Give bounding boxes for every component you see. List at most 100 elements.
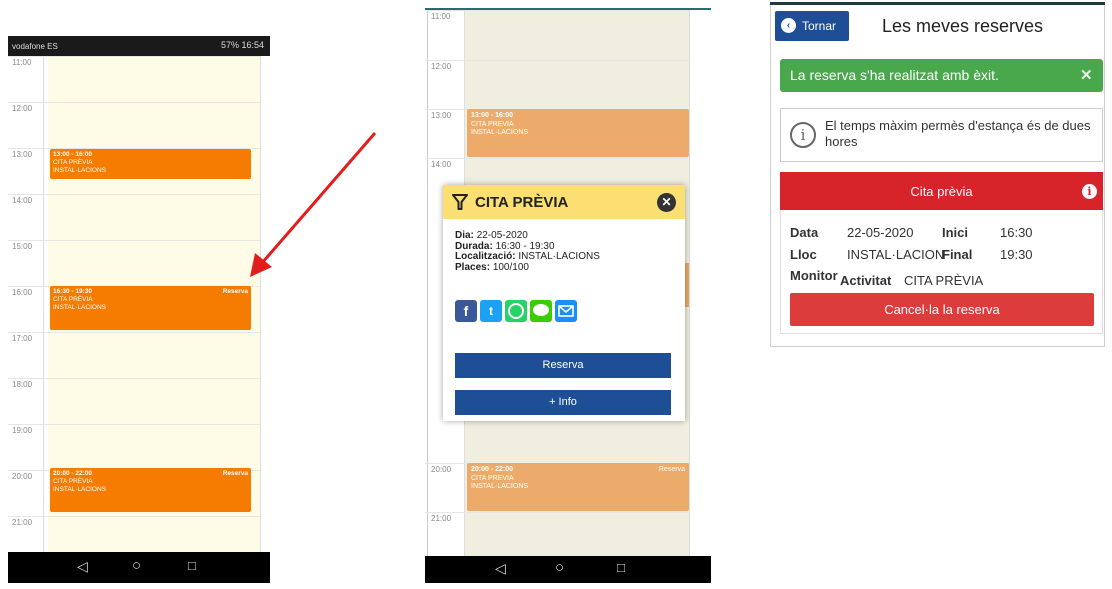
hour-gridline bbox=[8, 240, 260, 241]
home-icon[interactable]: ○ bbox=[132, 557, 141, 574]
final-label: Final bbox=[942, 247, 973, 262]
close-icon[interactable]: ✕ bbox=[657, 193, 676, 212]
hour-label: 14:00 bbox=[12, 196, 33, 205]
back-icon[interactable]: ◁ bbox=[495, 560, 506, 577]
event-title: CITA PREVIA bbox=[471, 120, 514, 128]
whatsapp-share-icon[interactable] bbox=[505, 300, 527, 322]
success-alert: La reserva s'ha realitzat amb èxit. ✕ bbox=[780, 59, 1103, 92]
phone-3-my-bookings: ‹ Tornar Les meves reserves La reserva s… bbox=[770, 2, 1105, 347]
lloc-label: Lloc bbox=[790, 247, 817, 262]
inici-value: 16:30 bbox=[1000, 225, 1033, 240]
final-value: 19:30 bbox=[1000, 247, 1033, 262]
data-value: 22-05-2020 bbox=[847, 225, 914, 240]
data-label: Data bbox=[790, 225, 819, 240]
back-button-label: Tornar bbox=[802, 19, 837, 33]
page-title: Les meves reserves bbox=[882, 16, 1044, 36]
line-share-icon[interactable] bbox=[530, 300, 552, 322]
hour-gridline bbox=[8, 424, 260, 425]
hour-label: 19:00 bbox=[12, 426, 33, 435]
durada-value: 16:30 - 19:30 bbox=[495, 240, 555, 252]
event-block[interactable]: 16:30 - 19:30 CITA PRÈVIA INSTAL·LACIONS… bbox=[50, 286, 251, 330]
event-block[interactable]: 13:00 - 16:00 CITA PRÈVIA INSTAL·LACIONS bbox=[50, 149, 251, 179]
facebook-share-icon[interactable]: f bbox=[455, 300, 477, 322]
recents-icon[interactable]: □ bbox=[617, 560, 625, 575]
info-box: i El temps màxim permès d'estança és de … bbox=[780, 108, 1103, 162]
filter-icon bbox=[452, 194, 468, 210]
battery-clock: 57% 16:54 bbox=[220, 40, 264, 50]
back-icon[interactable]: ◁ bbox=[77, 558, 88, 575]
hour-label: 20:00 bbox=[12, 472, 33, 481]
reserva-button[interactable]: Reserva bbox=[455, 353, 671, 378]
event-time: 13:00 - 16:00 bbox=[471, 112, 514, 119]
event-location: INSTAL·LACIONS bbox=[471, 129, 529, 136]
hour-label: 21:00 bbox=[431, 514, 452, 523]
left-border bbox=[427, 10, 428, 556]
hour-label: 12:00 bbox=[431, 62, 452, 71]
localitzacio-label: Localització: bbox=[455, 251, 516, 262]
event-title: CITA PRÈVIA bbox=[53, 296, 93, 303]
event-title: CITA PRÈVIA bbox=[53, 159, 93, 166]
event-popup: CITA PRÈVIA ✕ Dia: 22-05-2020 Durada: 16… bbox=[443, 185, 685, 421]
hour-label: 20:00 bbox=[431, 465, 452, 474]
localitzacio-value: INSTAL·LACIONS bbox=[518, 251, 600, 262]
event-title: CITA PREVIA bbox=[471, 474, 514, 482]
event-block[interactable]: 20:00 - 22:00 CITA PRÈVIA INSTAL·LACIONS… bbox=[50, 468, 251, 512]
reserva-link[interactable]: Reserva bbox=[223, 288, 248, 296]
hour-gridline bbox=[8, 194, 260, 195]
carrier-label: vodafone ES bbox=[12, 42, 58, 51]
card-title: Cita prèvia bbox=[910, 184, 973, 199]
reserva-link[interactable]: Reserva bbox=[659, 466, 685, 475]
android-nav-bar: ◁ ○ □ bbox=[8, 552, 270, 583]
cancel-booking-button[interactable]: Cancel·la la reserva bbox=[790, 293, 1094, 326]
event-location: INSTAL·LACIONS bbox=[53, 167, 106, 174]
booking-card-header: Cita prèvia i bbox=[780, 172, 1103, 210]
email-share-icon[interactable] bbox=[555, 300, 577, 322]
reserva-link[interactable]: Reserva bbox=[223, 470, 248, 478]
hour-gridline bbox=[8, 56, 260, 57]
hour-label: 13:00 bbox=[431, 111, 452, 120]
hour-label: 16:00 bbox=[12, 288, 33, 297]
close-icon[interactable]: ✕ bbox=[1080, 66, 1093, 84]
activitat-value: CITA PRÈVIA bbox=[904, 273, 984, 288]
hour-gridline bbox=[8, 516, 260, 517]
dia-label: Dia: bbox=[455, 230, 474, 241]
activitat-label: Activitat bbox=[840, 273, 892, 288]
places-value: 100/100 bbox=[492, 261, 529, 273]
hour-gridline bbox=[425, 10, 689, 11]
phone-1-calendar: vodafone ES 57% 16:54 13:00 - 16:00 CITA… bbox=[8, 36, 270, 583]
hour-gridline bbox=[8, 332, 260, 333]
event-block[interactable]: 20:00 - 22:00 CITA PREVIA INSTAL·LACIONS… bbox=[467, 463, 689, 511]
recents-icon[interactable]: □ bbox=[188, 558, 196, 573]
info-button[interactable]: + Info bbox=[455, 390, 671, 415]
event-time: 16:30 - 19:30 bbox=[53, 288, 93, 295]
event-time: 20:00 - 22:00 bbox=[471, 466, 514, 473]
hour-gridline bbox=[8, 378, 260, 379]
home-icon[interactable]: ○ bbox=[555, 559, 564, 576]
info-text: El temps màxim permès d'estança és de du… bbox=[825, 118, 1091, 149]
chevron-left-icon: ‹ bbox=[781, 18, 796, 33]
twitter-share-icon[interactable]: t bbox=[480, 300, 502, 322]
lloc-value: INSTAL·LACION bbox=[847, 247, 945, 262]
phone-2-calendar-popup: 13:00 - 16:00 CITA PREVIA INSTAL·LACIONS… bbox=[425, 8, 711, 583]
info-icon: i bbox=[790, 122, 816, 148]
popup-header: CITA PRÈVIA ✕ bbox=[443, 185, 685, 219]
info-icon[interactable]: i bbox=[1082, 184, 1097, 199]
hour-label: 12:00 bbox=[12, 104, 33, 113]
hour-gridline bbox=[8, 102, 260, 103]
event-location: INSTAL·LACIONS bbox=[53, 304, 106, 311]
popup-title: CITA PRÈVIA bbox=[475, 194, 569, 211]
calendar-scrollbar[interactable] bbox=[689, 10, 711, 556]
hour-gridline bbox=[425, 512, 689, 513]
hour-label: 21:00 bbox=[12, 518, 33, 527]
event-time: 13:00 - 16:00 bbox=[53, 151, 93, 158]
dia-value: 22-05-2020 bbox=[476, 230, 528, 241]
monitor-label: Monitor bbox=[790, 268, 838, 283]
hour-label: 15:00 bbox=[12, 242, 33, 251]
red-arrow-annotation bbox=[250, 132, 377, 277]
places-label: Places: bbox=[455, 261, 491, 273]
hour-label: 17:00 bbox=[12, 334, 33, 343]
event-title: CITA PRÈVIA bbox=[53, 478, 93, 485]
back-button[interactable]: ‹ Tornar bbox=[775, 11, 849, 41]
event-block[interactable]: 13:00 - 16:00 CITA PREVIA INSTAL·LACIONS bbox=[467, 109, 689, 157]
alert-text: La reserva s'ha realitzat amb èxit. bbox=[790, 67, 999, 83]
